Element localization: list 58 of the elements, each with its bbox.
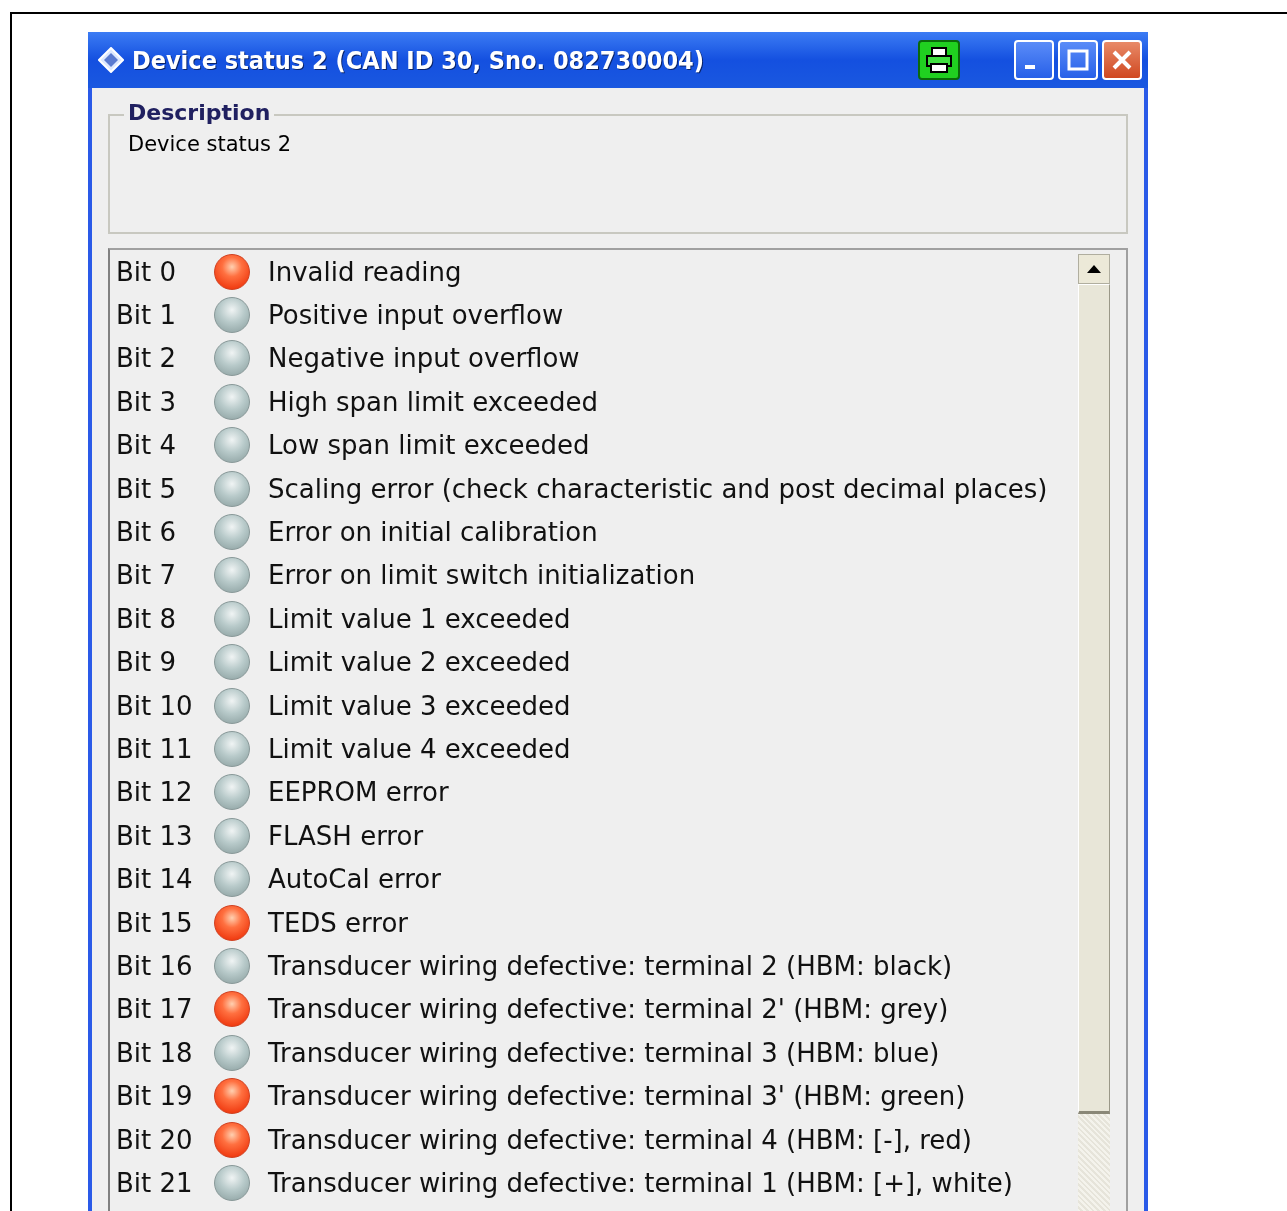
close-button[interactable] [1102,40,1142,80]
bit-description: Transducer wiring defective: terminal 2' (HBM: grey) [268,996,949,1023]
bit-description: Invalid reading [268,258,462,285]
bit-description: Error on initial calibration [268,519,598,546]
bit-description: Limit value 2 exceeded [268,649,571,676]
bit-label: Bit 0 [115,258,178,285]
bit-description: Scaling error (check characteristic and post decimal places) [268,475,1048,502]
bit-description: Error on limit switch initialization [268,562,696,589]
bit-label: Bit 12 [115,779,194,806]
scroll-thumb[interactable] [1078,284,1110,1114]
bit-label: Bit 7 [115,562,178,589]
maximize-button[interactable] [1058,40,1098,80]
printer-icon [924,46,954,74]
bit-description: AutoCal error [268,866,441,893]
bit-label: Bit 14 [115,866,194,893]
bit-description: Transducer wiring defective: terminal 3 (HBM: blue) [268,1039,940,1066]
bit-label: Bit 6 [115,519,178,546]
bit-label: Bit 8 [115,605,178,632]
bit-label: Bit 15 [115,909,194,936]
bit-description: Transducer wiring defective: terminal 2 (HBM: black) [268,952,953,979]
bit-description: FLASH error [268,822,424,849]
bit-description: Transducer wiring defective: terminal 4 (HBM: [-], red) [268,1126,972,1153]
description-text: Device status 2 [128,132,293,156]
close-icon [1110,48,1134,72]
diamond-icon [98,47,124,73]
print-button[interactable] [918,40,960,80]
minimize-icon [1025,65,1035,69]
bit-label: Bit 2 [115,345,178,372]
bit-label: Bit 5 [115,475,178,502]
bit-description: Positive input overflow [268,302,564,329]
up-arrow-icon [1087,265,1101,273]
bit-label: Bit 17 [115,996,194,1023]
bit-description: Limit value 1 exceeded [268,605,571,632]
bit-label: Bit 11 [115,736,194,762]
bit-label: Bit 3 [115,388,178,415]
bit-label: Bit 20 [115,1126,194,1153]
bit-description: Limit value 4 exceeded [268,736,571,762]
minimize-button[interactable] [1014,40,1054,80]
bit-label: Bit 19 [115,1083,194,1110]
bit-description: Negative input overflow [268,345,580,372]
bit-label: Bit 9 [115,649,178,676]
bit-label: Bit 16 [115,952,194,979]
bit-description: Transducer wiring defective: terminal 1 (HBM: [+], white) [268,1169,1013,1196]
bit-label: Bit 21 [115,1169,194,1196]
bit-description: TEDS error [268,909,409,936]
maximize-icon [1066,48,1090,72]
bit-label: Bit 10 [115,692,194,719]
bit-label: Bit 13 [115,822,194,849]
bit-label: Bit 4 [115,432,178,459]
bit-description: EEPROM error [268,779,449,806]
bit-description: Limit value 3 exceeded [268,692,571,719]
scroll-up-button[interactable] [1078,254,1110,284]
bit-description: High span limit exceeded [268,388,598,415]
bit-label: Bit 1 [115,302,178,329]
bit-description: Transducer wiring defective: terminal 3' (HBM: green) [268,1083,966,1110]
bit-label: Bit 18 [115,1039,194,1066]
window-title: Device status 2 (CAN ID 30, Sno. 082730004) [132,45,706,75]
bit-description: Low span limit exceeded [268,432,590,459]
